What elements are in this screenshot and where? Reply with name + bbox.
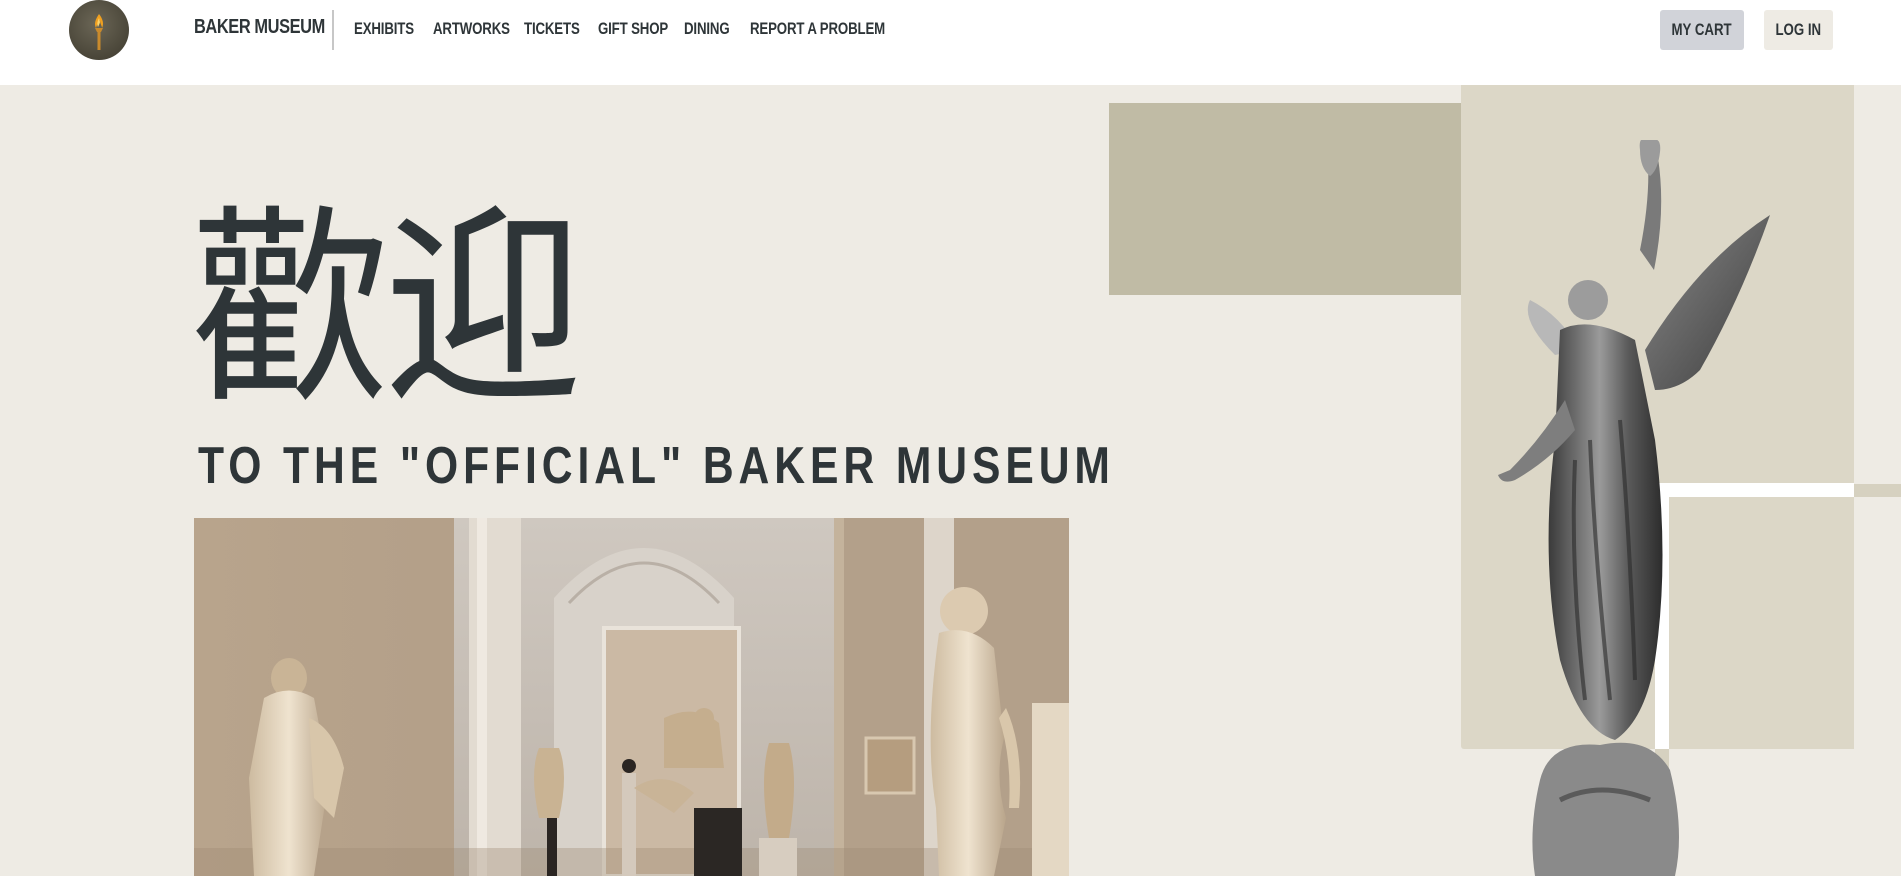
nav-report-problem[interactable]: REPORT A PROBLEM <box>750 19 885 39</box>
decor-strip <box>1854 484 1901 497</box>
header-divider <box>332 10 334 50</box>
museum-logo[interactable] <box>69 0 129 60</box>
nav-exhibits[interactable]: EXHIBITS <box>354 19 414 39</box>
decor-block <box>1109 103 1461 295</box>
nav-gift-shop[interactable]: GIFT SHOP <box>598 19 668 39</box>
nav-tickets[interactable]: TICKETS <box>524 19 580 39</box>
my-cart-button[interactable]: MY CART <box>1660 10 1744 50</box>
gallery-image <box>194 518 1069 876</box>
nav-dining[interactable]: DINING <box>684 19 730 39</box>
hero-subtitle: TO THE "OFFICIAL" BAKER MUSEUM <box>198 437 1115 495</box>
brand-name[interactable]: BAKER MUSEUM <box>194 16 325 39</box>
winged-statue-image <box>1498 140 1770 876</box>
torch-icon <box>95 14 103 50</box>
hero-title: 歡迎 <box>190 187 583 432</box>
login-label: LOG IN <box>1775 20 1822 39</box>
site-header: BAKER MUSEUM EXHIBITS ARTWORKS TICKETS G… <box>0 0 1901 85</box>
login-button[interactable]: LOG IN <box>1764 10 1833 50</box>
my-cart-label: MY CART <box>1671 20 1733 39</box>
nav-artworks[interactable]: ARTWORKS <box>433 19 510 39</box>
